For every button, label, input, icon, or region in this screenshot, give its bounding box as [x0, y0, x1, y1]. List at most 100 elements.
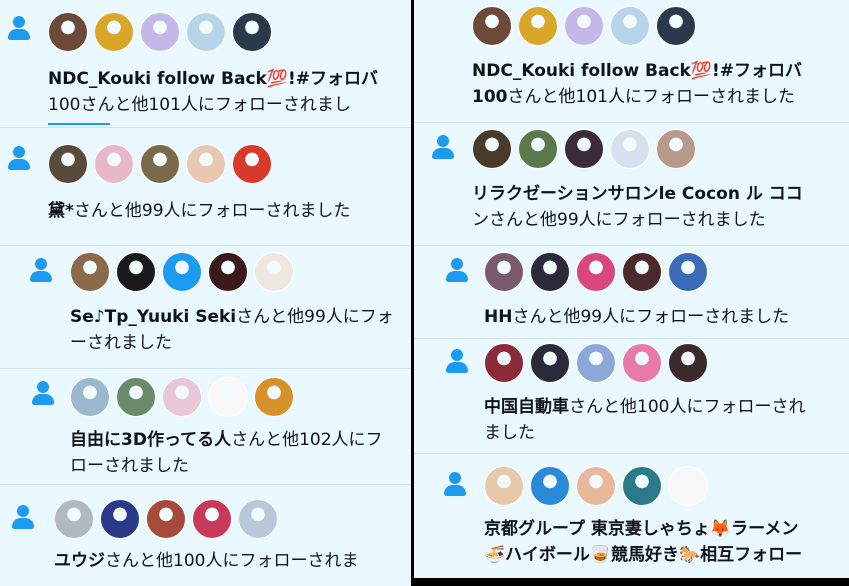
- avatar[interactable]: [610, 6, 650, 46]
- follower-name[interactable]: 京都グループ 東京妻しゃちょ🦊ラーメン: [484, 519, 798, 539]
- right-notifications-panel: NDC_Kouki follow Back💯!#フォロバ 100さんと他101人…: [414, 0, 849, 578]
- notification-item[interactable]: Se♪Tp_Yuuki Sekiさんと他99人にフォ ーされました: [0, 246, 411, 369]
- notification-text: NDC_Kouki follow Back💯!#フォロバ 100さんと他101人…: [48, 66, 378, 118]
- avatar[interactable]: [54, 499, 94, 539]
- notification-item[interactable]: ユウジさんと他100人にフォローされま: [0, 485, 411, 586]
- avatar[interactable]: [564, 129, 604, 169]
- notification-item[interactable]: 中国自動車さんと他100人にフォローされ ました: [414, 339, 849, 454]
- notification-item[interactable]: HHさんと他99人にフォローされました: [414, 246, 849, 339]
- avatar[interactable]: [232, 144, 272, 184]
- person-icon: [8, 16, 30, 40]
- avatar[interactable]: [576, 343, 616, 383]
- avatar[interactable]: [622, 252, 662, 292]
- avatar[interactable]: [192, 499, 232, 539]
- follower-name[interactable]: NDC_Kouki follow Back💯!#フォロバ: [48, 69, 378, 89]
- avatar[interactable]: [622, 466, 662, 506]
- left-notifications-panel: NDC_Kouki follow Back💯!#フォロバ 100さんと他101人…: [0, 0, 411, 586]
- notification-item[interactable]: NDC_Kouki follow Back💯!#フォロバ 100さんと他101人…: [0, 0, 411, 128]
- notification-line2: ーされました: [70, 333, 172, 353]
- avatar[interactable]: [140, 144, 180, 184]
- notification-item[interactable]: 黛*さんと他99人にフォローされました: [0, 128, 411, 246]
- avatar[interactable]: [186, 12, 226, 52]
- notification-item[interactable]: 自由に3D作ってる人さんと他102人にフ ローされました: [0, 369, 411, 485]
- avatar[interactable]: [116, 252, 156, 292]
- notification-line2: ンさんと他99人にフォローされました: [472, 210, 766, 230]
- avatar[interactable]: [116, 377, 156, 417]
- follower-name[interactable]: リラクゼーションサロンle Cocon ル ココ: [472, 184, 803, 204]
- avatar[interactable]: [162, 252, 202, 292]
- notification-text: 京都グループ 東京妻しゃちょ🦊ラーメン 🍜ハイボール🥃競馬好き🐎相互フォロー: [484, 516, 802, 568]
- follower-name[interactable]: HH: [484, 307, 512, 327]
- avatar-row: [484, 252, 708, 292]
- person-icon: [12, 505, 34, 529]
- notification-rest: さんと他100人にフォローされま: [105, 551, 359, 571]
- avatar[interactable]: [48, 12, 88, 52]
- notification-text: ユウジさんと他100人にフォローされま: [54, 548, 358, 574]
- avatar[interactable]: [254, 252, 294, 292]
- avatar[interactable]: [238, 499, 278, 539]
- avatar-row: [484, 343, 708, 383]
- notification-line2: さんと他101人にフォローされました: [507, 87, 795, 107]
- avatar[interactable]: [668, 343, 708, 383]
- avatar[interactable]: [530, 466, 570, 506]
- follower-name[interactable]: NDC_Kouki follow Back💯!#フォロバ: [472, 61, 802, 81]
- avatar[interactable]: [186, 144, 226, 184]
- avatar[interactable]: [530, 252, 570, 292]
- avatar[interactable]: [484, 343, 524, 383]
- avatar[interactable]: [208, 252, 248, 292]
- notification-text: HHさんと他99人にフォローされました: [484, 304, 789, 330]
- notification-text: リラクゼーションサロンle Cocon ル ココ ンさんと他99人にフォローされ…: [472, 181, 803, 233]
- avatar[interactable]: [484, 252, 524, 292]
- avatar[interactable]: [472, 129, 512, 169]
- avatar[interactable]: [518, 6, 558, 46]
- avatar[interactable]: [564, 6, 604, 46]
- avatar[interactable]: [254, 377, 294, 417]
- person-icon: [432, 135, 454, 159]
- avatar[interactable]: [70, 252, 110, 292]
- avatar-row: [472, 6, 696, 46]
- follower-name[interactable]: Se♪Tp_Yuuki Seki: [70, 307, 236, 327]
- notification-text: 中国自動車さんと他100人にフォローされ ました: [484, 394, 805, 446]
- person-icon: [32, 381, 54, 405]
- avatar[interactable]: [100, 499, 140, 539]
- follower-name[interactable]: ユウジ: [54, 551, 105, 571]
- avatar[interactable]: [472, 6, 512, 46]
- avatar[interactable]: [530, 343, 570, 383]
- avatar[interactable]: [94, 12, 134, 52]
- notification-item[interactable]: リラクゼーションサロンle Cocon ル ココ ンさんと他99人にフォローされ…: [414, 123, 849, 246]
- avatar-row: [472, 129, 696, 169]
- follower-name-cont[interactable]: 🍜ハイボール🥃競馬好き🐎相互フォロー: [484, 545, 802, 565]
- avatar-row: [54, 499, 278, 539]
- avatar[interactable]: [576, 466, 616, 506]
- avatar[interactable]: [656, 129, 696, 169]
- avatar[interactable]: [518, 129, 558, 169]
- person-icon: [446, 349, 468, 373]
- avatar[interactable]: [610, 129, 650, 169]
- avatar[interactable]: [656, 6, 696, 46]
- avatar[interactable]: [622, 343, 662, 383]
- avatar[interactable]: [70, 377, 110, 417]
- avatar-row: [48, 12, 272, 52]
- notification-line2: ました: [484, 423, 535, 443]
- avatar[interactable]: [576, 252, 616, 292]
- avatar[interactable]: [140, 12, 180, 52]
- avatar[interactable]: [162, 377, 202, 417]
- avatar[interactable]: [146, 499, 186, 539]
- follower-name-cont[interactable]: 100: [472, 87, 508, 107]
- avatar[interactable]: [668, 466, 708, 506]
- follower-name[interactable]: 中国自動車: [484, 397, 569, 417]
- avatar[interactable]: [208, 377, 248, 417]
- notification-item[interactable]: 京都グループ 東京妻しゃちょ🦊ラーメン 🍜ハイボール🥃競馬好き🐎相互フォロー: [414, 454, 849, 578]
- avatar[interactable]: [48, 144, 88, 184]
- avatar-row: [48, 144, 272, 184]
- follower-name[interactable]: 黛*: [48, 201, 74, 221]
- avatar[interactable]: [232, 12, 272, 52]
- notification-rest: さんと他99人にフォローされました: [512, 307, 790, 327]
- avatar[interactable]: [484, 466, 524, 506]
- notification-item[interactable]: NDC_Kouki follow Back💯!#フォロバ 100さんと他101人…: [414, 0, 849, 123]
- follower-name[interactable]: 自由に3D作ってる人: [70, 430, 231, 450]
- notification-text: Se♪Tp_Yuuki Sekiさんと他99人にフォ ーされました: [70, 304, 394, 356]
- avatar[interactable]: [668, 252, 708, 292]
- avatar-row: [70, 252, 294, 292]
- avatar[interactable]: [94, 144, 134, 184]
